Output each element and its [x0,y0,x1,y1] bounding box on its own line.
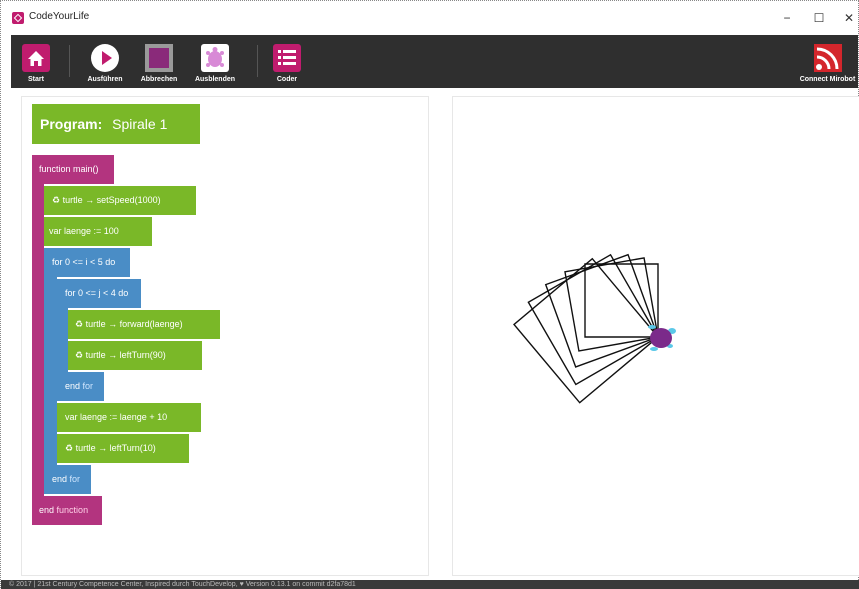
window-title: CodeYourLife [29,11,90,22]
home-icon [22,44,50,72]
hide-turtle-label: Ausblenden [194,76,236,83]
title-bar: CodeYourLife − ☐ ✕ [1,1,858,35]
end-keyword: end [52,474,68,484]
toolbar: Start Ausführen Abbrechen Ausblenden Cod… [11,35,858,88]
end-function[interactable]: end function [32,496,102,525]
outer-end-for[interactable]: end for [44,465,91,494]
turtle-canvas-panel [452,96,859,576]
maximize-button[interactable]: ☐ [807,9,831,27]
minimize-button[interactable]: − [775,9,799,27]
turtle-leg [650,347,658,351]
end-keyword: end [39,505,55,515]
inner-for-loop[interactable]: for 0 <= j < 4 do [57,279,141,308]
end-keyword: end [65,381,81,391]
hide-turtle-button[interactable]: Ausblenden [191,35,239,88]
left-turn-10-statement[interactable]: ♻ turtle → leftTurn(10) [57,434,189,463]
inner-end-for[interactable]: end for [57,372,104,401]
program-title-label: Program: [40,116,103,132]
toolbar-divider [69,45,70,77]
function-main-block[interactable]: function main() [32,155,114,184]
start-button[interactable]: Start [11,35,61,88]
wifi-signal-icon [813,44,842,72]
outer-for-body-bar [44,277,57,466]
turtle-icon [201,44,229,72]
stop-button[interactable]: Abbrechen [135,35,183,88]
stop-icon [145,44,173,72]
left-turn-90-statement[interactable]: ♻ turtle → leftTurn(90) [68,341,202,370]
forward-statement[interactable]: ♻ turtle → forward(laenge) [68,310,220,339]
connect-mirobot-button[interactable]: Connect Mirobot [797,35,858,88]
program-title[interactable]: Program: Spirale 1 [32,104,200,144]
app-window: CodeYourLife − ☐ ✕ Start Ausführen Abbre… [0,0,859,589]
turtle-leg [648,325,656,329]
code-editor-panel: Program: Spirale 1 function main() ♻ tur… [21,96,429,576]
list-icon [273,44,301,72]
square-path [513,257,659,404]
close-button[interactable]: ✕ [837,9,859,27]
function-body-bar [32,184,44,512]
start-label: Start [28,76,44,83]
turtle-shell [650,328,672,348]
coder-button[interactable]: Coder [269,35,305,88]
app-logo-icon [12,12,24,24]
outer-for-loop[interactable]: for 0 <= i < 5 do [44,248,130,277]
connect-mirobot-label: Connect Mirobot [799,76,856,83]
drawing-squares [513,253,659,404]
toolbar-divider [257,45,258,77]
for-keyword: for [69,474,81,484]
var-laenge-statement[interactable]: var laenge := 100 [44,217,152,246]
turtle-canvas [513,253,676,404]
run-button[interactable]: Ausführen [83,35,127,88]
for-keyword: for [82,381,94,391]
stop-label: Abbrechen [140,76,178,83]
coder-label: Coder [276,76,298,83]
run-label: Ausführen [87,76,123,83]
var-laenge-increment-statement[interactable]: var laenge := laenge + 10 [57,403,201,432]
program-title-name[interactable]: Spirale 1 [112,116,167,132]
inner-for-body-bar [57,308,68,372]
set-speed-statement[interactable]: ♻ turtle → setSpeed(1000) [44,186,196,215]
turtle-sprite [648,325,676,351]
square-path [544,253,659,368]
play-icon [91,44,119,72]
function-keyword: function [56,505,89,515]
